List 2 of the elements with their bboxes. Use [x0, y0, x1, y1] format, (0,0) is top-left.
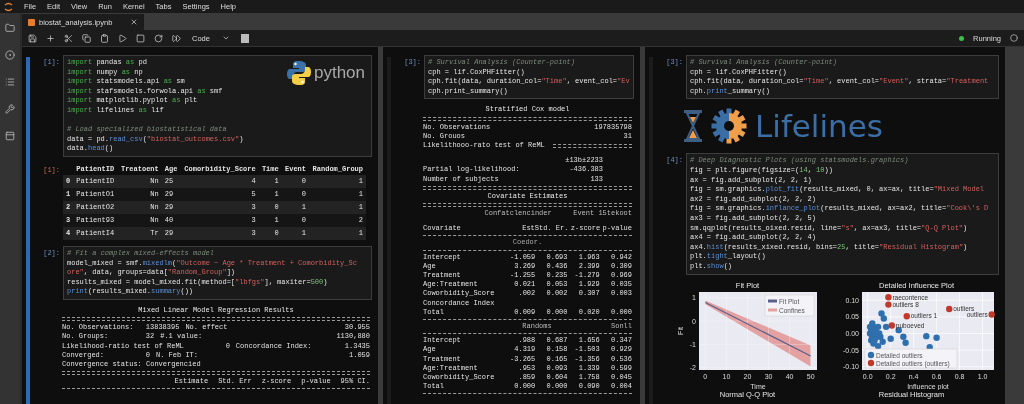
logo-text: python — [313, 63, 365, 83]
logo-text: Lifelines — [755, 108, 883, 145]
